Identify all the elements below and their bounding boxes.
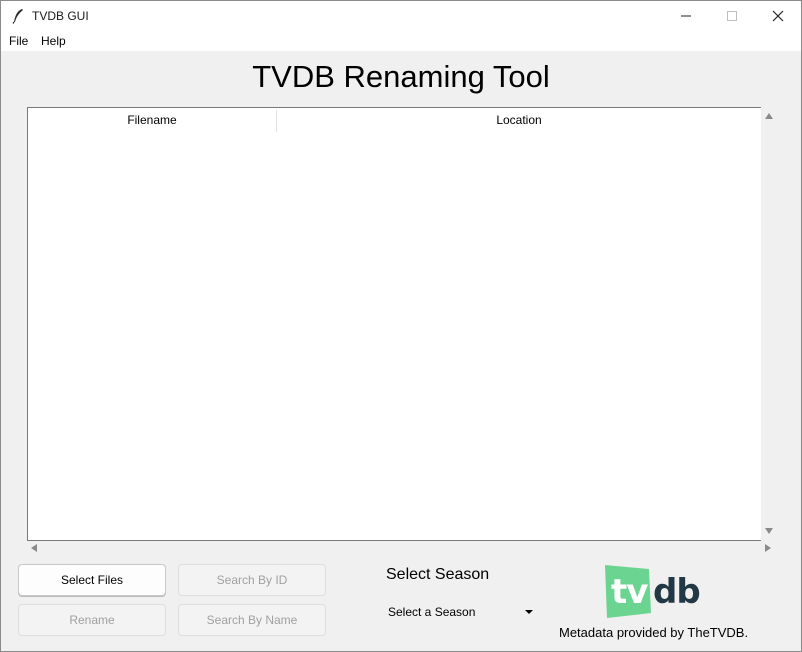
title-bar[interactable]: TVDB GUI: [1, 1, 801, 31]
app-window: TVDB GUI File Help TVDB Renaming Tool Fi…: [0, 0, 802, 652]
menu-bar: File Help: [1, 31, 801, 51]
search-by-name-button[interactable]: Search By Name: [178, 604, 326, 636]
season-dropdown[interactable]: Select a Season: [384, 601, 538, 623]
attribution-text: Metadata provided by TheTVDB.: [559, 625, 749, 640]
tvdb-logo: tv db: [601, 563, 707, 619]
maximize-icon: [727, 11, 737, 21]
scroll-left-icon[interactable]: [31, 544, 37, 552]
file-table[interactable]: Filename Location: [27, 107, 761, 541]
search-by-id-button[interactable]: Search By ID: [178, 564, 326, 596]
svg-text:db: db: [653, 572, 700, 612]
maximize-button[interactable]: [709, 1, 755, 31]
scroll-right-icon[interactable]: [765, 544, 771, 552]
scroll-down-icon[interactable]: [765, 528, 773, 534]
menu-file[interactable]: File: [9, 34, 28, 48]
chevron-down-icon: [525, 610, 533, 614]
season-selected-value: Select a Season: [388, 605, 476, 619]
column-header-filename[interactable]: Filename: [28, 113, 276, 127]
minimize-icon: [681, 15, 691, 17]
table-header: Filename Location: [28, 108, 761, 132]
season-label: Select Season: [386, 566, 490, 583]
close-icon: [772, 10, 784, 22]
column-header-location[interactable]: Location: [277, 113, 761, 127]
minimize-button[interactable]: [663, 1, 709, 31]
page-title: TVDB Renaming Tool: [252, 59, 550, 94]
menu-help[interactable]: Help: [41, 34, 66, 48]
select-files-button[interactable]: Select Files: [18, 564, 166, 596]
vertical-scrollbar[interactable]: [761, 107, 777, 541]
scroll-up-icon[interactable]: [765, 113, 773, 119]
close-button[interactable]: [755, 1, 801, 31]
window-title: TVDB GUI: [32, 9, 89, 23]
feather-icon: [11, 8, 25, 24]
rename-button[interactable]: Rename: [18, 604, 166, 636]
svg-text:tv: tv: [611, 572, 648, 612]
horizontal-scrollbar[interactable]: [27, 541, 777, 555]
